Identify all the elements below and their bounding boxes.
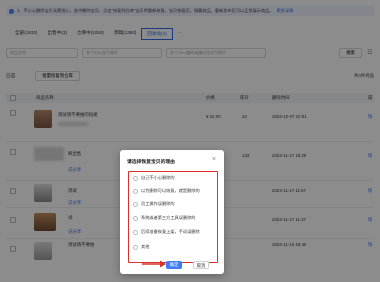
close-icon[interactable]: × [212,156,216,163]
reason-option[interactable]: 以为删除可以恢复，就是删除的 [133,188,200,194]
reason-option[interactable]: 自己不小心删除的 [133,175,175,181]
reason-label: 自己不小心删除的 [141,175,175,180]
reason-option[interactable]: 其他 [133,244,149,250]
reason-option[interactable]: 系统或者第三方工具误删除的 [133,215,195,221]
dialog-title: 请选择恢复宝贝的理由 [127,160,175,165]
arrow-pointer-icon [142,260,166,268]
radio-icon[interactable] [133,175,138,181]
radio-icon[interactable] [133,215,138,221]
cancel-button[interactable]: 取消 [193,261,209,269]
radio-icon[interactable] [133,229,138,235]
reason-label: 员工操作误删除的 [141,201,175,206]
radio-icon[interactable] [133,244,138,250]
restore-reason-dialog: 请选择恢复宝贝的理由 × 自己不小心删除的 以为删除可以恢复，就是删除的 员工操… [120,150,224,274]
radio-icon[interactable] [133,188,138,194]
reason-label: 以为删除可以恢复，就是删除的 [141,188,200,193]
reason-list: 自己不小心删除的 以为删除可以恢复，就是删除的 员工操作误删除的 系统或者第三方… [128,171,218,263]
reason-option[interactable]: 后续准备恢复上架，手动误删除 [133,229,200,235]
radio-icon[interactable] [133,201,138,207]
reason-label: 后续准备恢复上架，手动误删除 [141,229,200,234]
reason-label: 其他 [141,244,150,249]
reason-label: 系统或者第三方工具误删除的 [141,215,196,220]
reason-option[interactable]: 员工操作误删除的 [133,201,175,207]
confirm-button[interactable]: 确定 [166,261,182,269]
